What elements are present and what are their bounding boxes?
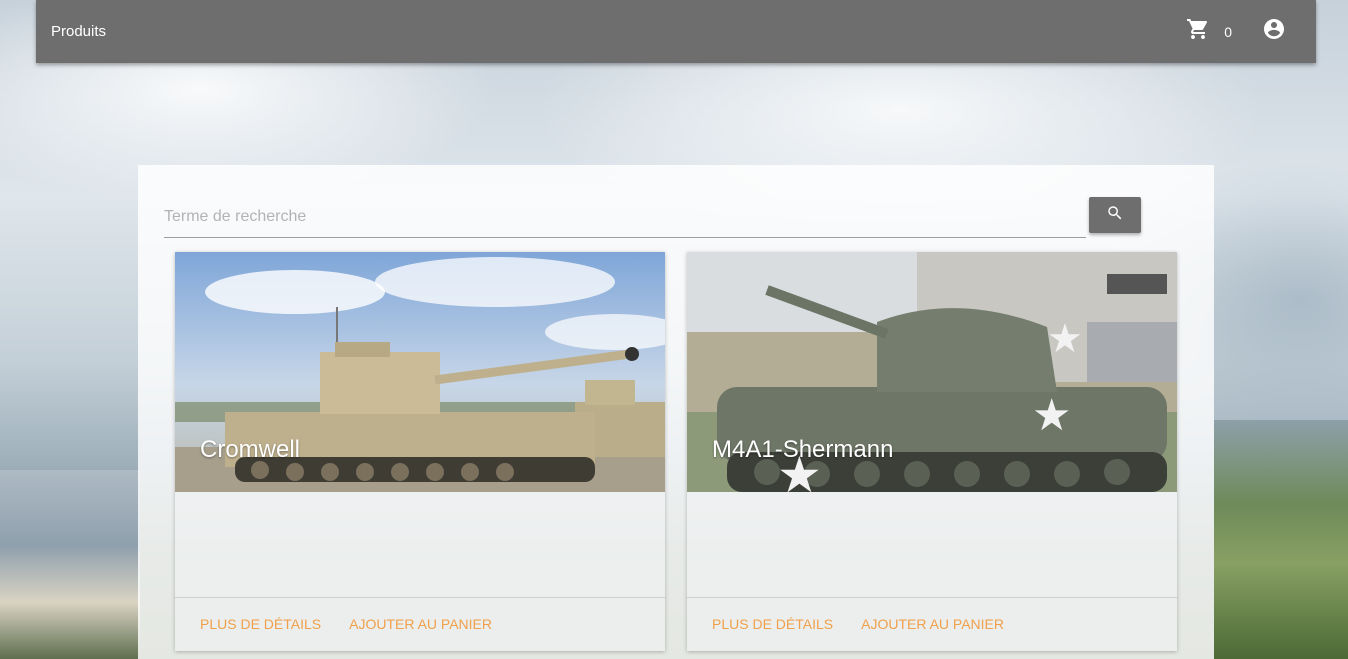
card-actions: PLUS DE DÉTAILS AJOUTER AU PANIER — [175, 598, 665, 650]
search-icon — [1106, 204, 1124, 227]
product-title: Cromwell — [200, 436, 301, 463]
products-panel: Cromwell PLUS DE DÉTAILS AJOUTER AU PANI… — [138, 165, 1214, 659]
svg-text:★: ★ — [1032, 390, 1071, 441]
details-button[interactable]: PLUS DE DÉTAILS — [712, 616, 833, 632]
account-circle-icon — [1262, 17, 1286, 46]
product-card: Cromwell PLUS DE DÉTAILS AJOUTER AU PANI… — [175, 252, 665, 651]
page-title: Produits — [51, 23, 107, 40]
cart-button[interactable]: 0 — [1186, 17, 1232, 46]
product-card: ★ ★ ★ M4A1-Shermann PLUS DE DÉTAILS AJOU… — [687, 252, 1177, 651]
card-actions: PLUS DE DÉTAILS AJOUTER AU PANIER — [687, 598, 1177, 650]
cart-icon — [1186, 17, 1210, 46]
add-to-cart-button[interactable]: AJOUTER AU PANIER — [861, 616, 1004, 632]
sherman-tank-photo: ★ ★ ★ M4A1-Shermann — [687, 252, 1177, 492]
cromwell-tank-photo: Cromwell — [175, 252, 665, 492]
product-title: M4A1-Shermann — [712, 436, 894, 463]
card-content — [175, 492, 665, 598]
add-to-cart-button[interactable]: AJOUTER AU PANIER — [349, 616, 492, 632]
search-input[interactable] — [164, 197, 1086, 238]
account-button[interactable] — [1262, 17, 1286, 46]
svg-text:★: ★ — [1047, 316, 1083, 362]
card-content — [687, 492, 1177, 598]
search-button[interactable] — [1089, 197, 1141, 233]
background-scenery-right — [1214, 420, 1348, 659]
app-bar: Produits 0 — [36, 0, 1316, 63]
background-scenery-left — [0, 470, 140, 659]
details-button[interactable]: PLUS DE DÉTAILS — [200, 616, 321, 632]
search-bar — [164, 197, 1141, 238]
cart-count: 0 — [1224, 23, 1232, 40]
